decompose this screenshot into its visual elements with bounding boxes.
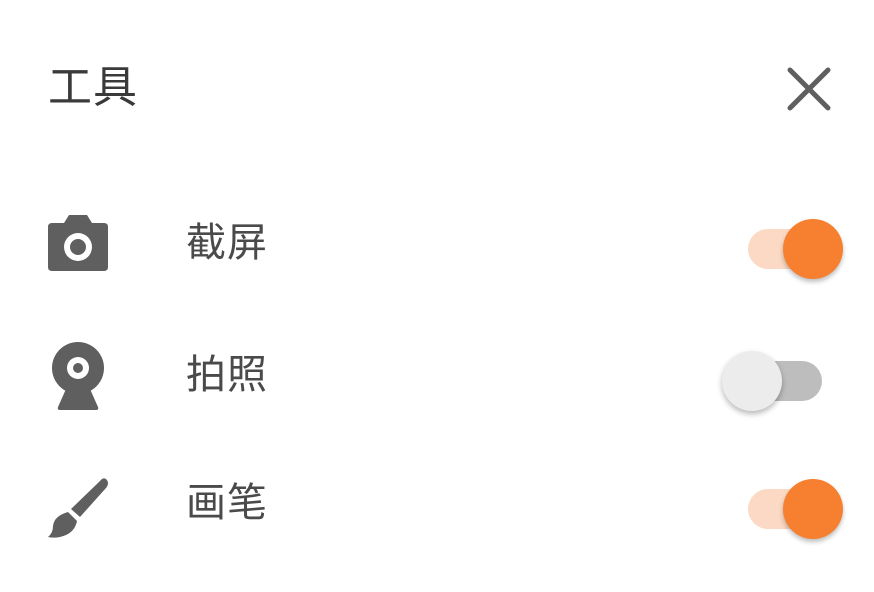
- panel-title: 工具: [48, 62, 138, 113]
- tool-label-brush: 画笔: [186, 480, 268, 526]
- brush-toggle[interactable]: [722, 469, 848, 539]
- screenshot-toggle[interactable]: [722, 209, 848, 279]
- close-button[interactable]: [782, 62, 836, 116]
- tool-row-photo[interactable]: 拍照: [0, 320, 874, 430]
- toggle-knob: [722, 351, 782, 411]
- toggle-knob: [783, 479, 843, 539]
- tool-label-screenshot: 截屏: [186, 220, 268, 266]
- toggle-knob: [783, 219, 843, 279]
- tools-panel: 工具 截屏 拍照 画笔: [0, 0, 874, 592]
- photo-toggle[interactable]: [722, 341, 848, 411]
- camera-icon: [40, 205, 116, 281]
- brush-icon: [40, 465, 116, 541]
- tool-row-brush[interactable]: 画笔: [0, 448, 874, 558]
- close-icon: [787, 67, 831, 111]
- tool-row-screenshot[interactable]: 截屏: [0, 188, 874, 298]
- tool-label-photo: 拍照: [186, 352, 268, 398]
- webcam-icon: [40, 337, 116, 413]
